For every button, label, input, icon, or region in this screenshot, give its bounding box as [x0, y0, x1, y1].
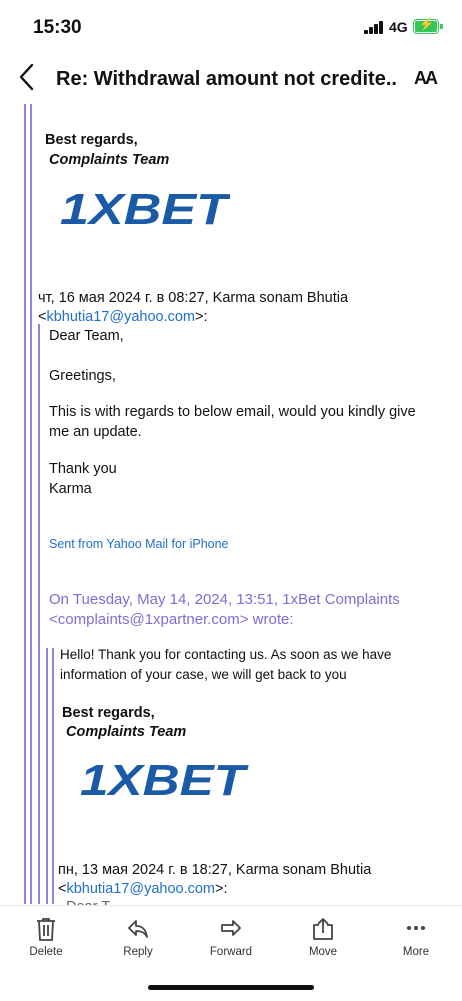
complaints-email-link[interactable]: complaints@1xpartner.com — [58, 611, 240, 628]
signature-regards: Best regards, — [62, 705, 155, 721]
delete-button[interactable]: Delete — [6, 906, 86, 976]
reply-button[interactable]: Reply — [98, 906, 178, 976]
quote-bar — [30, 104, 32, 904]
bracket-open: < — [49, 611, 58, 628]
more-button[interactable]: More — [376, 906, 456, 976]
chevron-left-icon — [19, 63, 34, 91]
battery-charging-icon: ⚡ — [413, 17, 439, 34]
1xbet-logo: 1XBET — [80, 757, 249, 802]
reply-icon — [128, 920, 148, 938]
quote-header: чт, 16 мая 2024 г. в 08:27, Karma sonam … — [38, 290, 349, 306]
move-button[interactable]: Move — [283, 906, 363, 976]
bracket-close: >: — [215, 881, 228, 897]
body-dear: Dear Team, — [49, 328, 124, 344]
quote-bar — [24, 104, 26, 904]
status-bar: 15:30 4G ⚡ — [0, 0, 462, 52]
svg-text:1XBET: 1XBET — [80, 757, 249, 802]
1xbet-logo: 1XBET — [60, 186, 230, 231]
body-line: This is with regards to below email, wou… — [49, 404, 416, 420]
text-size-icon: AA — [414, 68, 438, 88]
body-thanks: Thank you — [49, 461, 117, 477]
more-label: More — [402, 946, 430, 958]
back-button[interactable] — [14, 62, 42, 92]
move-label: Move — [308, 946, 338, 958]
email-subject: Re: Withdrawal amount not credite... — [56, 68, 398, 90]
quote-bar — [52, 648, 54, 904]
forward-button[interactable]: Forward — [191, 906, 271, 976]
body-line: me an update. — [49, 424, 142, 440]
quote-header: On Tuesday, May 14, 2024, 13:51, 1xBet C… — [49, 591, 400, 608]
quote-header-email-line: <kbhutia17@yahoo.com>: — [58, 879, 228, 899]
reply-line: information of your case, we will get ba… — [60, 667, 347, 682]
reply-label: Reply — [123, 946, 153, 958]
more-icon — [407, 926, 425, 930]
move-icon — [313, 918, 333, 940]
battery-cap — [440, 24, 443, 29]
trash-icon — [37, 918, 55, 941]
quote-bar — [38, 324, 40, 904]
cellular-signal-icon — [364, 21, 384, 34]
sender-email-link[interactable]: kbhutia17@yahoo.com — [66, 881, 215, 897]
home-indicator — [148, 985, 314, 990]
signature-regards: Best regards, — [45, 132, 138, 148]
body-name: Karma — [49, 481, 92, 497]
nav-bar: Re: Withdrawal amount not credite... AA — [0, 52, 462, 104]
signature-team: Complaints Team — [66, 724, 187, 740]
quote-header-email-line: <complaints@1xpartner.com> wrote: — [49, 610, 294, 630]
quote-header: пн, 13 мая 2024 г. в 18:27, Karma sonam … — [58, 862, 372, 878]
forward-label: Forward — [209, 946, 253, 958]
signature-team: Complaints Team — [49, 152, 170, 168]
delete-label: Delete — [29, 946, 63, 958]
forward-icon — [221, 920, 241, 936]
sent-from-link[interactable]: Sent from Yahoo Mail for iPhone — [49, 537, 229, 551]
svg-text:1XBET: 1XBET — [60, 186, 230, 231]
status-time: 15:30 — [33, 17, 82, 38]
reply-line: Hello! Thank you for contacting us. As s… — [60, 647, 392, 662]
sender-email-link[interactable]: kbhutia17@yahoo.com — [46, 309, 195, 325]
body-greetings: Greetings, — [49, 368, 116, 384]
network-type: 4G — [389, 19, 408, 35]
quote-header-email-line: <kbhutia17@yahoo.com>: — [38, 307, 208, 327]
wrote-label: > wrote: — [239, 611, 294, 628]
quote-bar — [46, 648, 48, 904]
text-size-button[interactable]: AA — [414, 68, 438, 89]
bracket-close: >: — [195, 309, 208, 325]
